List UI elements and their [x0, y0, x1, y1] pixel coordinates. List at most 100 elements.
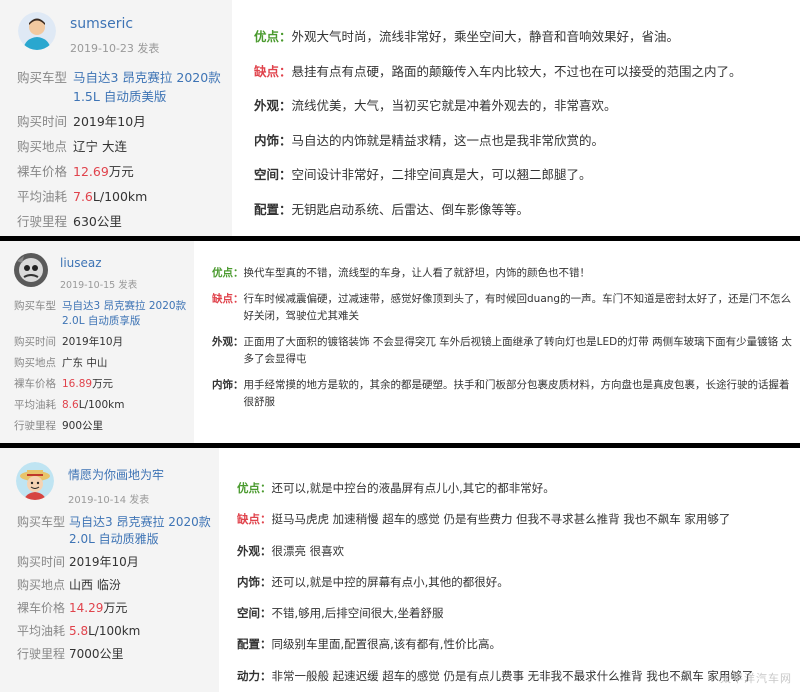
spec-value: 900公里	[62, 420, 104, 432]
user-avatar-icon	[18, 12, 56, 50]
line-label: 优点：	[237, 481, 272, 495]
line-label: 配置：	[237, 637, 272, 652]
spec-model: 购买车型 马自达3 昂克赛拉 2020款 2.0L 自动质享版	[14, 299, 192, 329]
spec-label: 平均油耗	[17, 189, 68, 204]
review-exterior: 外观： 流线优美，大气，当初买它就是冲着外观去的，非常喜欢。	[254, 97, 799, 114]
car-model-link[interactable]: 马自达3 昂克赛拉 2020款 2.0L 自动质享版	[62, 299, 192, 329]
line-label: 缺点：	[254, 63, 292, 79]
reviewer-sidebar: 情愿为你画地为牢 2019-10-14 发表 购买车型 马自达3 昂克赛拉 20…	[0, 448, 219, 692]
line-text: 同级别车里面,配置很高,该有都有,性价比高。	[271, 637, 501, 652]
spec-model: 购买车型 马自达3 昂克赛拉 2020款 2.0L 自动质雅版	[17, 514, 217, 548]
car-model-link[interactable]: 马自达3 昂克赛拉 2020款 1.5L 自动质美版	[73, 68, 227, 106]
car-model-link[interactable]: 马自达3 昂克赛拉 2020款 2.0L 自动质雅版	[69, 514, 217, 548]
spec-price: 裸车价格 14.29万元	[17, 600, 217, 617]
spec-time: 购买时间 2019年10月	[17, 554, 217, 571]
line-text: 流线优美，大气，当初买它就是冲着外观去的，非常喜欢。	[291, 98, 617, 113]
spec-label: 购买时间	[17, 555, 66, 569]
spec-label: 裸车价格	[14, 378, 56, 390]
line-text: 非常一般般 起速迟缓 超车的感觉 仍是有点儿费事 无非我不最求什么推背 我也不飙…	[271, 668, 754, 683]
spec-value: 广东 中山	[62, 357, 108, 369]
price-number: 14.29	[69, 601, 104, 615]
spec-label: 行驶里程	[17, 647, 66, 661]
spec-label: 购买时间	[14, 336, 56, 348]
spec-fuel: 平均油耗 8.6L/100km	[14, 398, 192, 413]
price-number: 16.89	[62, 378, 93, 390]
spec-label: 裸车价格	[17, 601, 66, 615]
line-label: 动力：	[237, 668, 272, 683]
user-info: 情愿为你画地为牢 2019-10-14 发表	[16, 462, 164, 506]
avatar[interactable]	[14, 253, 48, 287]
user-avatar-icon	[16, 462, 54, 500]
line-label: 外观：	[254, 98, 292, 113]
review-interior: 内饰： 还可以,就是中控的屏幕有点小,其他的都很好。	[237, 574, 797, 591]
spec-label: 购买车型	[14, 300, 56, 312]
line-text: 用手经常摸的地方是软的，其余的都是硬塑。扶手和门板部分包裹皮质材料，方向盘也是真…	[243, 379, 790, 408]
spec-fuel: 平均油耗 5.8L/100km	[17, 623, 217, 640]
line-text: 还可以,就是中控台的液晶屏有点儿小,其它的都非常好。	[271, 481, 555, 495]
spec-label: 平均油耗	[14, 399, 56, 411]
avatar[interactable]	[16, 462, 54, 500]
spec-label: 行驶里程	[14, 420, 56, 432]
line-text: 外观大气时尚，流线非常好，乘坐空间大，静音和音响效果好，省油。	[291, 29, 680, 44]
spec-value: 山西 临汾	[69, 578, 121, 592]
line-label: 缺点：	[237, 512, 272, 527]
review-space: 空间： 空间设计非常好，二排空间真是大，可以翘二郎腿了。	[254, 166, 799, 183]
fuel-unit: L/100km	[78, 399, 125, 411]
user-info: sumseric 2019-10-23 发表	[18, 12, 159, 56]
price-number: 12.69	[73, 164, 109, 179]
line-text: 很漂亮 很喜欢	[271, 543, 345, 558]
line-label: 内饰：	[237, 574, 272, 589]
review-content: 优点： 外观大气时尚，流线非常好，乘坐空间大，静音和音响效果好，省油。 缺点： 悬挂…	[232, 0, 800, 236]
review-config: 配置： 无钥匙启动系统、后雷达、倒车影像等等。	[254, 201, 799, 218]
spec-label: 平均油耗	[17, 624, 66, 638]
fuel-unit: L/100km	[92, 189, 148, 204]
line-label: 空间：	[254, 167, 292, 182]
post-date: 2019-10-15 发表	[60, 280, 138, 291]
username[interactable]: sumseric	[70, 16, 159, 32]
spec-mileage: 行驶里程 630公里	[17, 212, 227, 231]
spec-time: 购买时间 2019年10月	[17, 112, 227, 131]
review-pros: 优点： 换代车型真的不错，流线型的车身，让人看了就舒坦，内饰的颜色也不错！	[212, 265, 797, 282]
username[interactable]: liuseaz	[60, 256, 137, 270]
line-label: 内饰：	[212, 379, 244, 391]
review-interior: 内饰： 马自达的内饰就是精益求精，这一点也是我非常欣赏的。	[254, 132, 799, 149]
avatar[interactable]	[18, 12, 56, 50]
post-date: 2019-10-14 发表	[68, 495, 150, 506]
review-cons: 缺点： 悬挂有点有点硬，路面的颠簸传入车内比较大，不过也在可以接受的范围之内了。	[254, 63, 799, 80]
spec-label: 购买地点	[17, 578, 66, 592]
line-label: 外观：	[237, 543, 272, 558]
purchase-specs: 购买车型 马自达3 昂克赛拉 2020款 2.0L 自动质雅版 购买时间 201…	[17, 514, 217, 669]
line-label: 优点：	[212, 267, 244, 279]
spec-mileage: 行驶里程 900公里	[14, 419, 192, 434]
review-content: 优点： 还可以,就是中控台的液晶屏有点儿小,其它的都非常好。 缺点： 挺马马虎虎 加…	[219, 448, 800, 692]
spec-label: 购买地点	[14, 357, 56, 369]
review-exterior: 外观： 正面用了大面积的镀铬装饰 不会显得突兀 车外后视镜上面继承了转向灯也是LE…	[212, 334, 797, 368]
spec-place: 购买地点 辽宁 大连	[17, 137, 227, 156]
spec-label: 行驶里程	[17, 214, 68, 229]
line-text: 悬挂有点有点硬，路面的颠簸传入车内比较大，不过也在可以接受的范围之内了。	[291, 63, 742, 79]
reviewer-sidebar: liuseaz 2019-10-15 发表 购买车型 马自达3 昂克赛拉 202…	[0, 241, 194, 443]
review-card: 情愿为你画地为牢 2019-10-14 发表 购买车型 马自达3 昂克赛拉 20…	[0, 448, 800, 692]
line-text: 挺马马虎虎 加速稍慢 超车的感觉 仍是有些费力 但我不寻求甚么推背 我也不飙车 …	[271, 512, 731, 527]
review-interior: 内饰： 用手经常摸的地方是软的，其余的都是硬塑。扶手和门板部分包裹皮质材料，方向盘…	[212, 377, 797, 411]
spec-value: 2019年10月	[62, 336, 124, 348]
spec-value: 辽宁 大连	[73, 139, 127, 154]
spec-label: 裸车价格	[17, 164, 68, 179]
username[interactable]: 情愿为你画地为牢	[68, 466, 164, 483]
post-date: 2019-10-23 发表	[70, 42, 160, 55]
review-pros: 优点： 还可以,就是中控台的液晶屏有点儿小,其它的都非常好。	[237, 480, 797, 497]
line-text: 不错,够用,后排空间很大,坐着舒服	[271, 606, 444, 621]
spec-label: 购买车型	[17, 70, 68, 85]
user-avatar-icon	[14, 253, 48, 287]
review-pros: 优点： 外观大气时尚，流线非常好，乘坐空间大，静音和音响效果好，省油。	[254, 28, 799, 45]
purchase-specs: 购买车型 马自达3 昂克赛拉 2020款 1.5L 自动质美版 购买时间 201…	[17, 68, 227, 236]
spec-label: 购买车型	[17, 515, 66, 529]
line-label: 配置：	[254, 201, 292, 217]
line-label: 空间：	[237, 606, 272, 621]
line-text: 正面用了大面积的镀铬装饰 不会显得突兀 车外后视镜上面继承了转向灯也是LED的灯…	[243, 336, 792, 365]
line-label: 优点：	[254, 29, 292, 44]
spec-price: 裸车价格 12.69万元	[17, 162, 227, 181]
spec-place: 购买地点 广东 中山	[14, 356, 192, 371]
spec-place: 购买地点 山西 临汾	[17, 577, 217, 594]
fuel-unit: L/100km	[88, 624, 141, 638]
